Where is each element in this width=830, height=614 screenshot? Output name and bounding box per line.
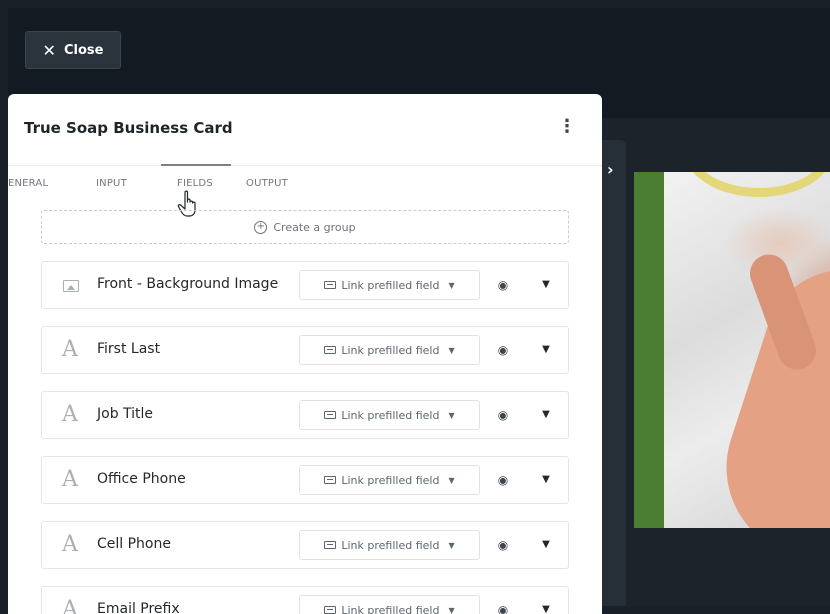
text-icon: A [62,469,82,491]
text-icon: A [62,339,82,361]
field-label: Front - Background Image [97,276,278,292]
close-button[interactable]: ✕ Close [25,31,121,69]
link-prefilled-label: Link prefilled field [341,344,439,357]
active-tab-indicator [161,164,231,166]
link-prefilled-label: Link prefilled field [341,474,439,487]
link-prefilled-field-dropdown[interactable]: Link prefilled field ▼ [299,400,480,430]
text-icon: A [62,599,82,614]
tab-input[interactable]: INPUT [96,178,127,189]
link-prefilled-field-dropdown[interactable]: Link prefilled field ▼ [299,595,480,614]
link-prefilled-label: Link prefilled field [341,539,439,552]
eye-icon[interactable]: ◉ [496,538,510,552]
eye-icon[interactable]: ◉ [496,603,510,614]
field-label: Office Phone [97,471,186,487]
link-field-icon [324,606,336,614]
field-label: First Last [97,341,160,357]
link-field-icon [324,541,336,549]
expand-caret-icon[interactable]: ▼ [540,278,552,292]
panel-title: True Soap Business Card [24,119,233,137]
expand-caret-icon[interactable]: ▼ [540,343,552,357]
caret-down-icon: ▼ [448,541,454,550]
link-prefilled-field-dropdown[interactable]: Link prefilled field ▼ [299,530,480,560]
tab-fields[interactable]: FIELDS [177,178,213,189]
expand-caret-icon[interactable]: ▼ [540,473,552,487]
expand-caret-icon[interactable]: ▼ [540,603,552,614]
eye-icon[interactable]: ◉ [496,278,510,292]
expand-caret-icon[interactable]: ▼ [540,538,552,552]
eye-icon[interactable]: ◉ [496,473,510,487]
field-row[interactable]: A Job Title Link prefilled field ▼ ◉ ▼ [41,391,569,439]
create-group-label: Create a group [273,221,355,234]
caret-down-icon: ▼ [448,281,454,290]
close-icon: ✕ [43,41,56,60]
caret-down-icon: ▼ [448,476,454,485]
caret-down-icon: ▼ [448,606,454,614]
sidebar-toggle[interactable]: › [602,140,626,606]
field-row[interactable]: A Office Phone Link prefilled field ▼ ◉ … [41,456,569,504]
link-field-icon [324,346,336,354]
link-prefilled-label: Link prefilled field [341,409,439,422]
eye-icon[interactable]: ◉ [496,343,510,357]
chevron-right-icon: › [607,160,614,179]
link-prefilled-field-dropdown[interactable]: Link prefilled field ▼ [299,335,480,365]
plus-circle-icon: + [254,221,267,234]
more-options-icon[interactable]: ⋮ [558,114,574,140]
expand-caret-icon[interactable]: ▼ [540,408,552,422]
card-preview-image [634,172,830,528]
caret-down-icon: ▼ [448,411,454,420]
link-field-icon [324,411,336,419]
field-label: Cell Phone [97,536,171,552]
field-row[interactable]: A First Last Link prefilled field ▼ ◉ ▼ [41,326,569,374]
text-icon: A [62,534,82,556]
tab-general[interactable]: GENERAL [8,178,48,189]
card-green-strip [634,172,664,528]
tabs-divider [8,165,602,166]
link-field-icon [324,281,336,289]
close-label: Close [64,43,103,58]
link-prefilled-label: Link prefilled field [341,279,439,292]
text-icon: A [62,404,82,426]
link-prefilled-label: Link prefilled field [341,604,439,614]
eye-icon[interactable]: ◉ [496,408,510,422]
link-field-icon [324,476,336,484]
field-label: Email Prefix [97,601,180,614]
image-icon [63,280,79,292]
field-row[interactable]: Front - Background Image Link prefilled … [41,261,569,309]
link-prefilled-field-dropdown[interactable]: Link prefilled field ▼ [299,270,480,300]
template-panel: True Soap Business Card ⋮ GENERAL INPUT … [8,94,602,614]
link-prefilled-field-dropdown[interactable]: Link prefilled field ▼ [299,465,480,495]
field-label: Job Title [97,406,153,422]
tab-output[interactable]: OUTPUT [246,178,288,189]
create-group-button[interactable]: + Create a group [41,210,569,244]
field-row[interactable]: A Email Prefix Link prefilled field ▼ ◉ … [41,586,569,614]
caret-down-icon: ▼ [448,346,454,355]
field-row[interactable]: A Cell Phone Link prefilled field ▼ ◉ ▼ [41,521,569,569]
